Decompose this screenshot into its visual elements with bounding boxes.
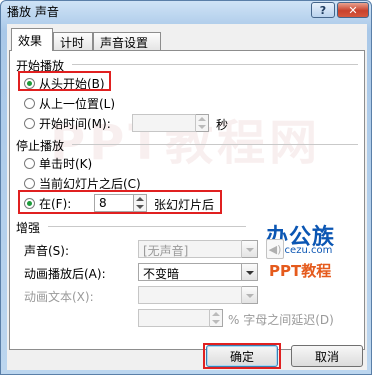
divider	[72, 64, 358, 65]
sound-select[interactable]: [无声音]	[138, 240, 242, 258]
close-button[interactable]: ✕	[337, 2, 369, 18]
radio-on-click[interactable]: 单击时(K)	[24, 155, 92, 172]
radio-start-time[interactable]: 开始时间(M):	[24, 115, 111, 132]
tab-panel: PPT教程网 开始播放 从头开始(B) 从上一位置(L) 开始时间(M): 秒 …	[9, 50, 365, 350]
radio-dot[interactable]	[24, 178, 35, 189]
start-time-spinner[interactable]	[196, 114, 209, 132]
seconds-label: 秒	[216, 118, 229, 132]
tab-timing[interactable]: 计时	[53, 32, 93, 50]
radio-label: 从上一位置(L)	[39, 97, 116, 111]
animate-text-label: 动画文本(X):	[24, 290, 94, 304]
title-bar: 播放 声音 ? ✕	[1, 1, 371, 21]
tab-effect[interactable]: 效果	[11, 28, 53, 51]
dialog-window: 播放 声音 ? ✕ 效果 计时 声音设置 PPT教程网 开始播放 从头开始(B)…	[0, 0, 372, 375]
radio-dot[interactable]	[24, 158, 35, 169]
tab-sound-settings[interactable]: 声音设置	[93, 32, 161, 50]
sound-dropdown-button[interactable]	[242, 240, 258, 258]
animate-text-select[interactable]	[138, 286, 242, 304]
divider	[48, 226, 246, 227]
radio-label: 单击时(K)	[39, 157, 93, 171]
radio-label: 开始时间(M):	[39, 117, 111, 131]
highlight-box	[18, 190, 222, 214]
enhance-heading: 增强	[16, 221, 41, 235]
radio-from-last-position[interactable]: 从上一位置(L)	[24, 95, 115, 112]
radio-dot[interactable]	[24, 118, 35, 129]
dialog-client: 效果 计时 声音设置 PPT教程网 开始播放 从头开始(B) 从上一位置(L) …	[7, 24, 367, 370]
letter-delay-input[interactable]	[138, 309, 210, 327]
start-time-input[interactable]	[132, 114, 196, 132]
letter-delay-label: % 字母之间延迟(D)	[228, 313, 334, 327]
after-animation-label: 动画播放后(A):	[24, 267, 106, 281]
window-title: 播放 声音	[7, 5, 59, 19]
letter-delay-spinner[interactable]	[210, 309, 223, 327]
animate-text-dropdown-button[interactable]	[242, 286, 258, 304]
cancel-button[interactable]: 取消	[291, 345, 363, 367]
after-animation-select[interactable]: 不变暗	[138, 263, 242, 281]
ok-button[interactable]: 确定	[206, 345, 278, 367]
speaker-icon[interactable]: ◀)	[266, 239, 284, 259]
highlight-box	[18, 71, 111, 91]
sound-label: 声音(S):	[24, 244, 70, 258]
help-button[interactable]: ?	[311, 2, 335, 18]
after-animation-dropdown-button[interactable]	[242, 263, 258, 281]
brand-ppt: PPT教程	[269, 262, 332, 280]
radio-dot[interactable]	[24, 98, 35, 109]
divider	[72, 144, 358, 145]
stop-heading: 停止播放	[16, 139, 65, 153]
